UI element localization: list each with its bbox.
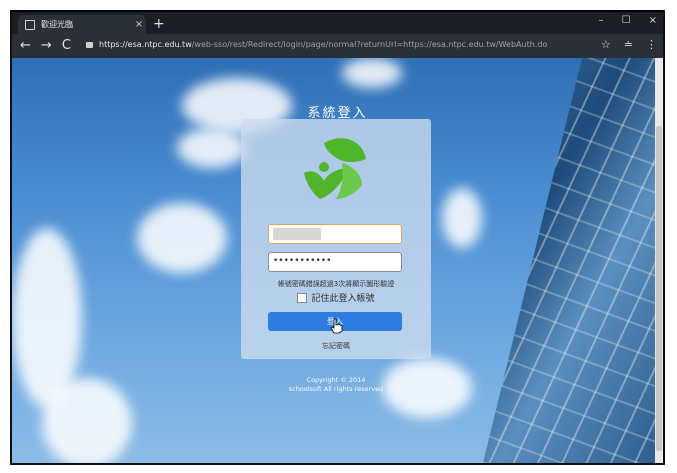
- url-host: https://esa.ntpc.edu.tw: [99, 40, 192, 49]
- remember-checkbox[interactable]: [297, 292, 308, 303]
- copyright: Copyright © 2014 schoolsoft All rights r…: [241, 376, 431, 394]
- tab-bar: 歡迎光臨 × + – ☐ ×: [12, 12, 663, 34]
- forward-icon[interactable]: →: [41, 38, 52, 54]
- captcha-hint: 帳號密碼錯誤超過3次將顯示圖形驗證: [277, 280, 395, 288]
- page-icon: [25, 19, 35, 30]
- nav-buttons: ← → C: [20, 38, 71, 54]
- lock-icon[interactable]: [86, 42, 93, 48]
- extensions-icon[interactable]: ≐: [624, 38, 633, 51]
- scrollbar-thumb[interactable]: [656, 126, 662, 451]
- close-window-icon[interactable]: ×: [649, 15, 657, 26]
- password-input[interactable]: •••••••••••: [268, 252, 402, 272]
- school-logo-icon: [304, 138, 366, 199]
- copyright-line2: schoolsoft All rights reserved: [288, 385, 384, 393]
- cloud: [442, 188, 482, 248]
- remember-row[interactable]: 記住此登入帳號: [241, 291, 431, 304]
- back-icon[interactable]: ←: [20, 38, 31, 54]
- maximize-icon[interactable]: ☐: [622, 15, 631, 26]
- bookmark-star-icon[interactable]: ☆: [601, 38, 611, 51]
- toolbar-right: ☆ ≐ ⋮: [601, 38, 657, 51]
- reload-icon[interactable]: C: [62, 38, 71, 54]
- username-input[interactable]: [268, 224, 402, 244]
- new-tab-button[interactable]: +: [153, 15, 165, 33]
- url-path: /web-sso/rest/Redirect/login/page/normal…: [191, 40, 548, 49]
- tab-close-icon[interactable]: ×: [132, 19, 146, 30]
- menu-icon[interactable]: ⋮: [646, 38, 657, 51]
- hand-cursor-icon: [330, 318, 343, 334]
- login-panel: ••••••••••• 帳號密碼錯誤超過3次將顯示圖形驗證 記住此登入帳號 登入…: [241, 119, 431, 359]
- tab-title: 歡迎光臨: [41, 20, 73, 29]
- minimize-icon[interactable]: –: [599, 15, 604, 26]
- cloud: [177, 128, 247, 168]
- tab-active[interactable]: 歡迎光臨 ×: [18, 15, 146, 34]
- username-value: [273, 228, 321, 240]
- remember-label: 記住此登入帳號: [311, 294, 375, 304]
- forgot-password-link[interactable]: 忘記密碼: [241, 341, 431, 351]
- login-page: 系統登入 ••••••••••• 帳號密碼錯誤超過3次將顯示圖形驗證 記住此登入…: [12, 58, 663, 463]
- copyright-line1: Copyright © 2014: [306, 376, 366, 384]
- browser-window: 歡迎光臨 × + – ☐ × ← → C https://esa.ntpc.ed…: [10, 10, 665, 465]
- cloud: [342, 58, 402, 88]
- cloud: [137, 203, 227, 273]
- window-controls: – ☐ ×: [599, 15, 657, 26]
- cloud: [42, 378, 132, 463]
- address-toolbar: ← → C https://esa.ntpc.edu.tw/web-sso/re…: [12, 34, 663, 58]
- url-bar[interactable]: https://esa.ntpc.edu.tw/web-sso/rest/Red…: [99, 40, 547, 49]
